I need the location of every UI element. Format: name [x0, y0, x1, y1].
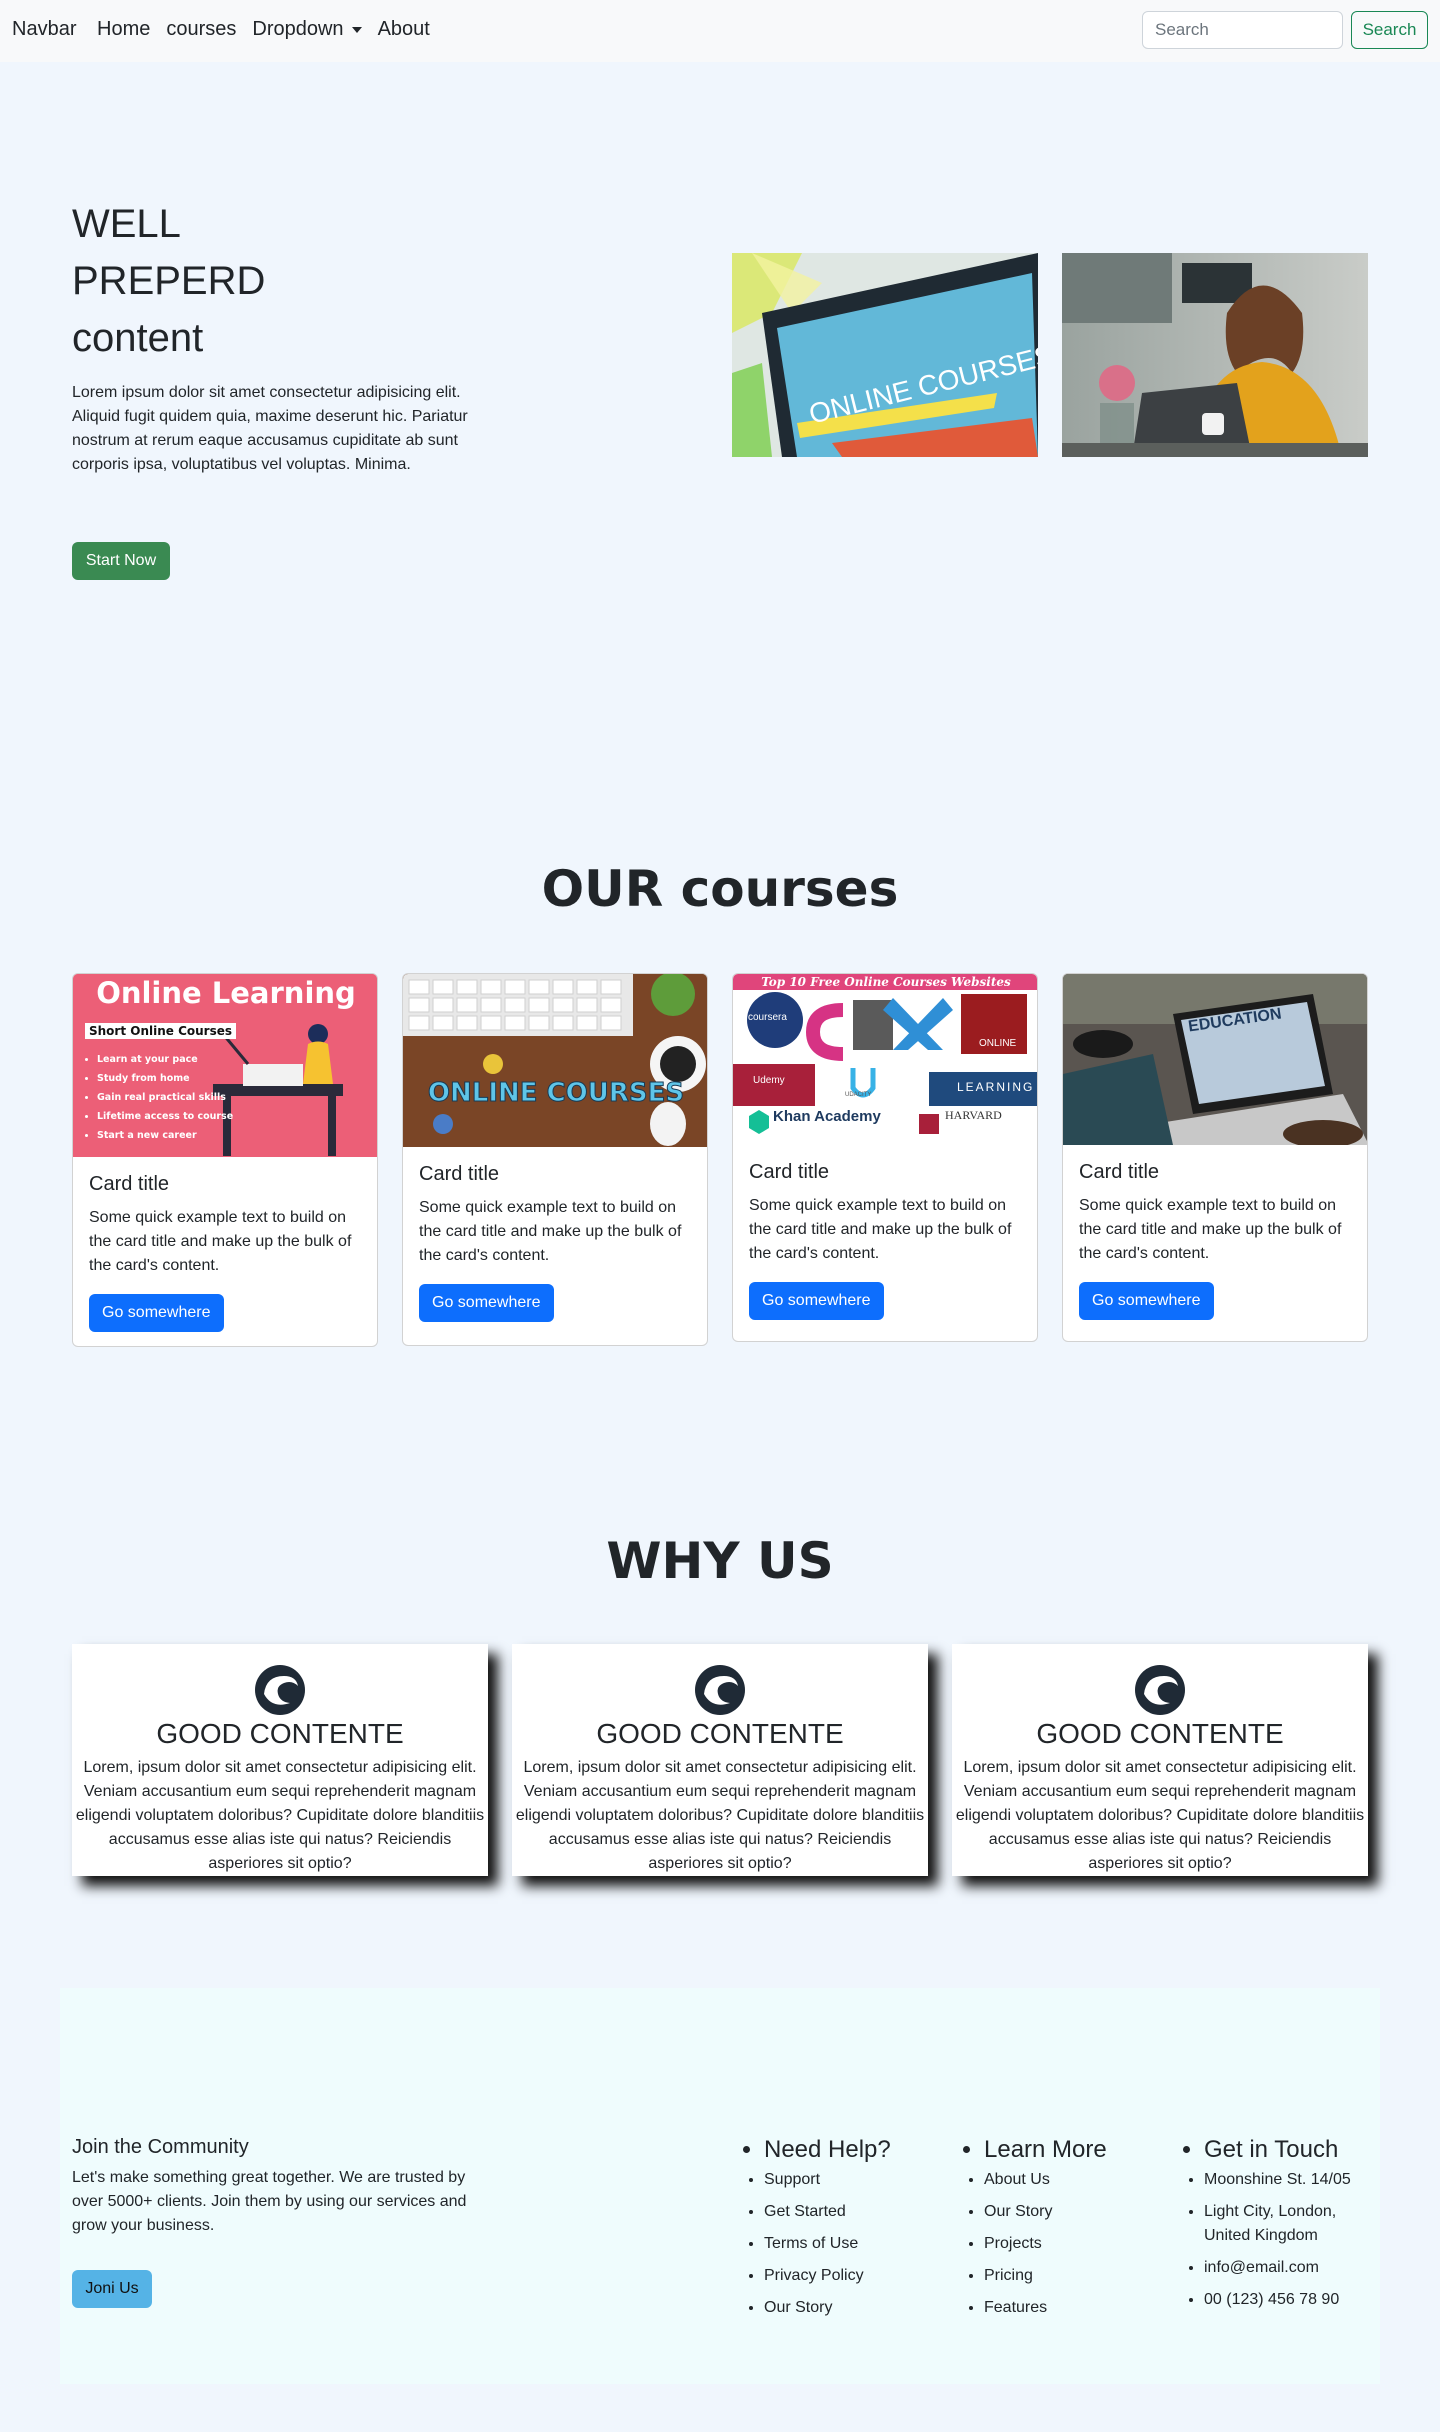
card-image-list: Learn at your pace Study from home Gain …: [97, 1050, 233, 1145]
course-card: EDUCATION Card title Some quick example …: [1062, 973, 1368, 1342]
footer-link[interactable]: Our Story: [984, 2200, 1107, 2224]
footer-contact-email[interactable]: info@email.com: [1204, 2256, 1380, 2280]
nav-link-dropdown-label: Dropdown: [252, 18, 344, 40]
footer-column-title: Get in Touch: [1204, 2136, 1339, 2163]
join-community-title: Join the Community: [72, 2136, 249, 2158]
logo-edx: edX: [821, 996, 822, 997]
course-card: Top 10 Free Online Courses Websites cour…: [732, 973, 1038, 1342]
search-button[interactable]: Search: [1351, 11, 1428, 49]
logo-linkedin-learning: LEARNING: [957, 1080, 1035, 1094]
footer-column-learn-more: Learn More About Us Our Story Projects P…: [960, 2136, 1107, 2328]
navbar: Navbar Home courses Dropdown About Searc…: [0, 0, 1440, 62]
card-body: Card title Some quick example text to bu…: [73, 1157, 377, 1346]
course-card: ONLINE COURSES Card title Some quick exa…: [402, 973, 708, 1346]
card-image: EDUCATION: [1063, 974, 1367, 1145]
why-card: GOOD CONTENTE Lorem, ipsum dolor sit ame…: [512, 1644, 928, 1876]
card-image: Online Learning Short Online Courses Lea…: [73, 974, 377, 1157]
why-card-text: Lorem, ipsum dolor sit amet consectetur …: [515, 1759, 925, 1872]
footer-link[interactable]: Get Started: [764, 2200, 891, 2224]
why-card-title: GOOD CONTENTE: [596, 1718, 844, 1749]
join-us-button[interactable]: Joni Us: [72, 2270, 152, 2308]
footer-link-list: About Us Our Story Projects Pricing Feat…: [984, 2168, 1107, 2320]
card-title: Card title: [419, 1163, 500, 1185]
navbar-brand[interactable]: Navbar: [12, 18, 76, 41]
nav-link-courses[interactable]: courses: [166, 18, 236, 41]
chevron-down-icon: [351, 26, 362, 33]
card-text: Some quick example text to build on the …: [89, 1209, 352, 1274]
nav-link-about[interactable]: About: [378, 18, 430, 41]
footer-column-title: Learn More: [984, 2136, 1107, 2163]
card-image-list-item: Start a new career: [97, 1126, 233, 1145]
logo-udacity: UDACITY: [845, 1092, 872, 1098]
why-card-title: GOOD CONTENTE: [156, 1718, 404, 1749]
card-body: Card title Some quick example text to bu…: [733, 1145, 1037, 1336]
hero-text: Lorem ipsum dolor sit amet consectetur a…: [72, 384, 468, 473]
nav-link-home[interactable]: Home: [97, 18, 150, 41]
card-image-title: ONLINE COURSES: [427, 1078, 685, 1108]
logo-coursera: coursera: [748, 1012, 787, 1023]
logo-harvard: HARVARD: [945, 1108, 1002, 1122]
why-card-title: GOOD CONTENTE: [1036, 1718, 1284, 1749]
card-body: Card title Some quick example text to bu…: [1063, 1145, 1367, 1336]
card-image-subtitle: Short Online Courses: [85, 1023, 237, 1039]
logo-khan-academy: Khan Academy: [773, 1108, 881, 1125]
card-title: Card title: [749, 1161, 830, 1183]
footer-link[interactable]: Features: [984, 2296, 1107, 2320]
card-image-title: Online Learning: [96, 976, 356, 1010]
footer-link[interactable]: Privacy Policy: [764, 2264, 891, 2288]
course-card: Online Learning Short Online Courses Lea…: [72, 973, 378, 1347]
card-image-list-item: Lifetime access to course: [97, 1107, 233, 1126]
edge-logo-icon: [255, 1665, 305, 1715]
footer-link[interactable]: Our Story: [764, 2296, 891, 2320]
card-image: ONLINE COURSES: [403, 974, 707, 1147]
footer-contact-phone: 00 (123) 456 78 90: [1204, 2288, 1380, 2312]
go-somewhere-button[interactable]: Go somewhere: [1079, 1282, 1214, 1320]
card-image-list-item: Study from home: [97, 1069, 233, 1088]
card-title: Card title: [1079, 1161, 1160, 1183]
footer-link[interactable]: Pricing: [984, 2264, 1107, 2288]
footer-column-title: Need Help?: [764, 2136, 891, 2163]
card-body: Card title Some quick example text to bu…: [403, 1147, 707, 1338]
card-text: Some quick example text to build on the …: [749, 1197, 1012, 1262]
why-card: GOOD CONTENTE Lorem, ipsum dolor sit ame…: [952, 1644, 1368, 1876]
hero-image-online-courses: ONLINE COURSES: [732, 253, 1038, 457]
footer-contact-list: Moonshine St. 14/05 Light City, London, …: [1204, 2168, 1380, 2312]
courses-heading: OUR courses: [541, 860, 899, 918]
logo-udemy: Udemy: [753, 1075, 785, 1086]
go-somewhere-button[interactable]: Go somewhere: [749, 1282, 884, 1320]
search-input[interactable]: [1142, 11, 1343, 49]
card-text: Some quick example text to build on the …: [1079, 1197, 1342, 1262]
footer-column-get-in-touch: Get in Touch Moonshine St. 14/05 Light C…: [1180, 2136, 1380, 2320]
edge-logo-icon: [1135, 1665, 1185, 1715]
card-image: Top 10 Free Online Courses Websites cour…: [733, 974, 1037, 1145]
footer-contact-city: Light City, London, United Kingdom: [1204, 2200, 1380, 2248]
card-image-list-item: Gain real practical skills: [97, 1088, 233, 1107]
start-now-button[interactable]: Start Now: [72, 542, 170, 580]
logo-stanford-online: ONLINE: [979, 1038, 1017, 1049]
why-card-text: Lorem, ipsum dolor sit amet consectetur …: [955, 1759, 1365, 1872]
card-image-list-item: Learn at your pace: [97, 1050, 233, 1069]
card-title: Card title: [89, 1173, 170, 1195]
footer-link[interactable]: Support: [764, 2168, 891, 2192]
hero-image-woman: [1062, 253, 1368, 457]
footer-contact-address: Moonshine St. 14/05: [1204, 2168, 1380, 2192]
go-somewhere-button[interactable]: Go somewhere: [89, 1294, 224, 1332]
hero-title: WELL PREPERD content: [72, 202, 266, 360]
nav-link-dropdown[interactable]: Dropdown: [252, 18, 362, 41]
card-text: Some quick example text to build on the …: [419, 1199, 682, 1264]
footer-link[interactable]: Terms of Use: [764, 2232, 891, 2256]
footer-link-list: Support Get Started Terms of Use Privacy…: [764, 2168, 891, 2320]
footer-link[interactable]: Projects: [984, 2232, 1107, 2256]
why-card: GOOD CONTENTE Lorem, ipsum dolor sit ame…: [72, 1644, 488, 1876]
edge-logo-icon: [695, 1665, 745, 1715]
join-community-text: Let's make something great together. We …: [72, 2169, 467, 2234]
why-card-text: Lorem, ipsum dolor sit amet consectetur …: [75, 1759, 485, 1872]
why-us-heading: WHY US: [606, 1532, 834, 1590]
nav-links: Home courses Dropdown About: [97, 18, 446, 41]
go-somewhere-button[interactable]: Go somewhere: [419, 1284, 554, 1322]
footer-link[interactable]: About Us: [984, 2168, 1107, 2192]
card-image-title: Top 10 Free Online Courses Websites: [733, 974, 1037, 990]
footer-column-need-help: Need Help? Support Get Started Terms of …: [740, 2136, 891, 2328]
